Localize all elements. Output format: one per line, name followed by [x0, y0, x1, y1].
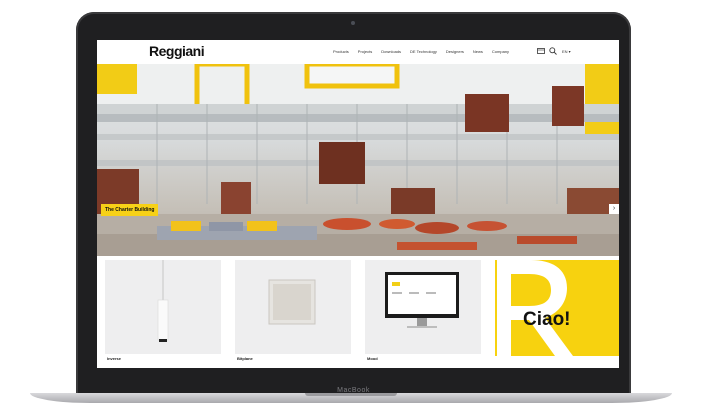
- nav-item-downloads[interactable]: Downloads: [381, 49, 401, 54]
- site-header: Reggiani Products Projects Downloads DE …: [97, 40, 619, 64]
- search-icon[interactable]: [549, 47, 557, 57]
- nav-item-projects[interactable]: Projects: [358, 49, 372, 54]
- hero-caption-badge[interactable]: The Charter Building: [101, 204, 159, 216]
- product-card-bitplane[interactable]: [235, 260, 351, 354]
- hero-banner: The Charter Building ›: [97, 64, 619, 256]
- promo-card[interactable]: Ciao!: [495, 260, 619, 356]
- camera-icon: [351, 21, 355, 25]
- cart-icon[interactable]: [537, 47, 545, 57]
- hero-next-arrow-icon[interactable]: ›: [609, 204, 619, 214]
- nav-item-news[interactable]: News: [473, 49, 483, 54]
- laptop-hinge-notch: [305, 393, 397, 396]
- nav-item-company[interactable]: Company: [492, 49, 509, 54]
- hero-atrium-image: [97, 64, 619, 256]
- pendant-lamp-image: [157, 260, 169, 342]
- site-logo[interactable]: Reggiani: [149, 43, 205, 59]
- language-selector[interactable]: EN ▾: [562, 49, 571, 54]
- nav-item-technology[interactable]: DE Technology: [410, 49, 437, 54]
- nav-item-designers[interactable]: Designers: [446, 49, 464, 54]
- promo-ciao-text: Ciao!: [523, 309, 571, 330]
- r-letter-graphic: [497, 260, 573, 356]
- product-label-mood[interactable]: Mood: [367, 356, 378, 361]
- nav-item-products[interactable]: Products: [333, 49, 349, 54]
- panel-light-image: [268, 279, 316, 325]
- browser-screen: Reggiani Products Projects Downloads DE …: [97, 40, 619, 368]
- product-label-bitplane[interactable]: Bitplane: [237, 356, 253, 361]
- product-card-row: Inverse Bitplane Mood Ciao!: [97, 256, 619, 368]
- product-card-inverse[interactable]: [105, 260, 221, 354]
- product-card-mood[interactable]: [365, 260, 481, 354]
- main-nav: Products Projects Downloads DE Technolog…: [333, 49, 509, 54]
- laptop-lid: Reggiani Products Projects Downloads DE …: [76, 12, 631, 398]
- monitor-app-image: [385, 272, 459, 328]
- product-label-inverse[interactable]: Inverse: [107, 356, 121, 361]
